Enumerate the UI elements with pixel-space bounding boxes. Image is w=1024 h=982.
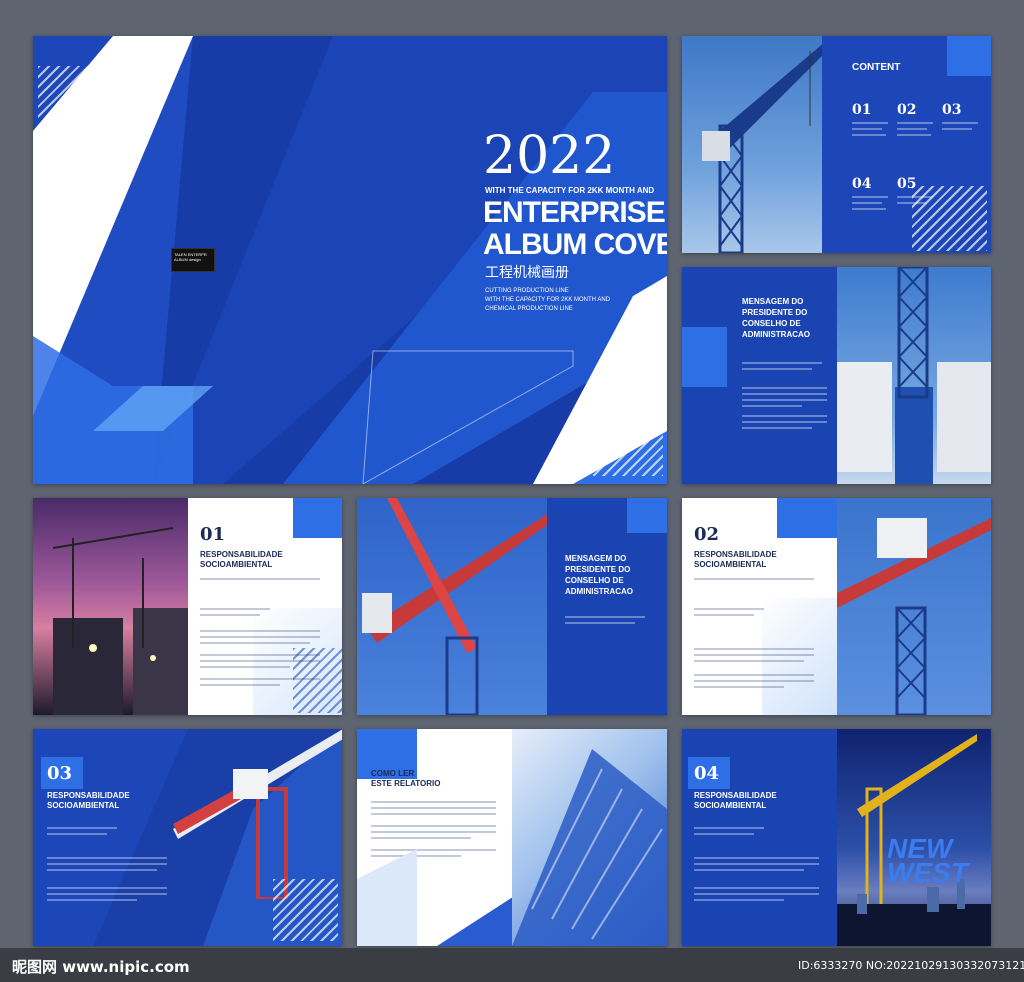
crane-illustration [702,44,822,253]
section-01-page: 01 RESPONSABILIDADE SOCIOAMBIENTAL [33,498,342,715]
contents-heading: CONTENT [852,62,901,73]
contents-num-3: 03 [942,102,962,118]
building-crane-photo [837,267,991,484]
glass-building-photo [512,729,667,946]
message-1-title-4: ADMINISTRACAO [742,330,810,339]
message-1-title-2: PRESIDENTE DO [742,308,808,317]
cover-spread: TALEN ENTERPR ALBUM design 2022 WITH THE… [33,36,667,484]
red-crane-illustration [173,729,342,899]
section-01-number: 01 [200,524,226,545]
contents-page: CONTENT 01 02 03 04 05 [682,36,991,253]
city-crane-photo: NEW WEST [837,729,991,946]
cover-stripes-top [38,66,88,156]
crane-cab-photo [837,498,991,715]
message-page-1: MENSAGEM DO PRESIDENTE DO CONSELHO DE AD… [682,267,991,484]
section-03-title-2: SOCIOAMBIENTAL [47,801,120,810]
section-01-title-1: RESPONSABILIDADE [200,550,283,559]
contents-accent [947,36,991,76]
message-1-title-3: CONSELHO DE [742,319,801,328]
cover-desc-3: CHEMICAL PRODUCTION LINE [485,306,573,312]
contents-num-4: 04 [852,176,872,192]
section-03-title-1: RESPONSABILIDADE [47,791,130,800]
cover-badge: TALEN ENTERPR ALBUM design [171,248,215,272]
contents-num-5: 05 [897,176,917,192]
cover-desc-1: CUTTING PRODUCTION LINE [485,288,569,294]
report-page: COMO LER ESTE RELATORIO [357,729,667,946]
cover-title-1: ENTERPRISE [483,196,666,229]
message-1-title-1: MENSAGEM DO [742,297,804,306]
cover-year: 2022 [483,126,616,186]
contents-num-1: 01 [852,102,872,118]
cover-subtitle-cn: 工程机械画册 [485,265,569,281]
section-02-page: 02 RESPONSABILIDADE SOCIOAMBIENTAL [682,498,991,715]
cover-capacity: WITH THE CAPACITY FOR 2KK MONTH AND [485,186,655,195]
section-04-number: 04 [694,763,720,784]
newwest-line-2: WEST [887,857,968,888]
section-01-title-2: SOCIOAMBIENTAL [200,560,273,569]
watermark-footer: 昵图网 www.nipic.com ID:6333270 NO:20221029… [0,948,1024,982]
message-2-title-3: CONSELHO DE [565,576,624,585]
contents-num-2: 02 [897,102,917,118]
message-2-title-2: PRESIDENTE DO [565,565,631,574]
crane-photo-1 [682,36,822,253]
section-04-title-1: RESPONSABILIDADE [694,791,777,800]
section-03-page: 03 RESPONSABILIDADE SOCIOAMBIENTAL [33,729,342,946]
section-04-title-2: SOCIOAMBIENTAL [694,801,767,810]
message-2-title-1: MENSAGEM DO [565,554,627,563]
footer-logo[interactable]: 昵图网 www.nipic.com [12,956,190,977]
section-02-title-2: SOCIOAMBIENTAL [694,560,767,569]
section-02-title-1: RESPONSABILIDADE [694,550,777,559]
section-02-number: 02 [694,524,720,545]
night-construction-photo [33,498,188,715]
section-03-number: 03 [47,763,73,784]
cover-stripes-bottom [593,376,663,476]
red-crane-photo [357,498,557,715]
message-2-title-4: ADMINISTRACAO [565,587,633,596]
message-page-2: MENSAGEM DO PRESIDENTE DO CONSELHO DE AD… [357,498,667,715]
footer-id: ID:6333270 NO:20221029130332073121 [798,959,1024,972]
cover-title-2: ALBUM COVER [483,228,667,261]
section-04-page: 04 RESPONSABILIDADE SOCIOAMBIENTAL NEW W… [682,729,991,946]
cover-desc-2: WITH THE CAPACITY FOR 2KK MONTH AND [485,297,611,303]
